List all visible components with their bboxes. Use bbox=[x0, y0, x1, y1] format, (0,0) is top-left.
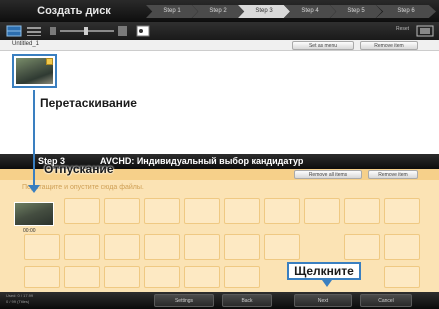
remove-all-button[interactable]: Remove all items bbox=[294, 170, 362, 179]
steps-bar: Создать диск Step 1 Step 2 Step 3 Step 4… bbox=[0, 0, 439, 22]
drop-cell[interactable] bbox=[144, 266, 180, 288]
remove-item-button[interactable]: Remove item bbox=[360, 41, 418, 50]
click-pointer bbox=[322, 280, 332, 287]
drop-cell[interactable] bbox=[264, 234, 300, 260]
video-thumbnail[interactable] bbox=[12, 54, 57, 88]
set-as-menu-button[interactable]: Set as menu bbox=[292, 41, 354, 50]
step-6[interactable]: Step 6 bbox=[376, 5, 436, 18]
grid-view-icon[interactable] bbox=[6, 25, 22, 37]
drop-cell[interactable] bbox=[64, 266, 100, 288]
drop-cell[interactable] bbox=[304, 198, 340, 224]
step-2[interactable]: Step 2 bbox=[192, 5, 244, 18]
drop-cell[interactable] bbox=[104, 234, 140, 260]
badge-icon bbox=[46, 58, 53, 65]
drop-cell[interactable] bbox=[184, 266, 220, 288]
drop-cell[interactable] bbox=[224, 234, 260, 260]
drag-arrow-head bbox=[28, 185, 40, 193]
drag-arrow bbox=[33, 90, 35, 186]
tag-icon[interactable] bbox=[136, 25, 150, 37]
drop-cell[interactable] bbox=[384, 266, 420, 288]
disc-usage-info: Used: 0 / 17.99 0 / 99 (Titles) bbox=[6, 293, 33, 305]
step3-description: AVCHD: Индивидуальный выбор кандидатур bbox=[100, 156, 304, 166]
disc-name[interactable]: Untitled_1 bbox=[12, 41, 39, 47]
drop-cell[interactable] bbox=[64, 198, 100, 224]
disc-row: Untitled_1 Set as menu Remove item bbox=[0, 40, 439, 51]
drop-cell[interactable] bbox=[104, 266, 140, 288]
drop-cell[interactable] bbox=[24, 234, 60, 260]
drop-cell[interactable] bbox=[144, 234, 180, 260]
thumbnail-duration: 00:00 bbox=[23, 228, 36, 234]
bottom-bar: Used: 0 / 17.99 0 / 99 (Titles) Settings… bbox=[0, 292, 439, 309]
drop-cell[interactable] bbox=[384, 234, 420, 260]
step-5[interactable]: Step 5 bbox=[330, 5, 382, 18]
drop-cell[interactable] bbox=[384, 198, 420, 224]
drop-cell[interactable] bbox=[64, 234, 100, 260]
fullscreen-icon[interactable] bbox=[416, 25, 434, 37]
zoom-slider[interactable] bbox=[48, 25, 128, 37]
click-annotation: Щелкните bbox=[287, 262, 361, 280]
drop-cell[interactable] bbox=[24, 266, 60, 288]
drop-hint: Перетащите и опустите сюда файлы. bbox=[22, 184, 144, 191]
step-4[interactable]: Step 4 bbox=[284, 5, 336, 18]
drop-cell[interactable] bbox=[144, 198, 180, 224]
step-3[interactable]: Step 3 bbox=[238, 5, 290, 18]
usage-line-2: 0 / 99 (Titles) bbox=[6, 299, 30, 304]
drop-cell[interactable] bbox=[344, 234, 380, 260]
back-button[interactable]: Back bbox=[222, 294, 272, 307]
drop-cell[interactable] bbox=[344, 198, 380, 224]
drop-cell[interactable] bbox=[104, 198, 140, 224]
drop-cell[interactable] bbox=[264, 198, 300, 224]
app-title: Создать диск bbox=[37, 5, 111, 17]
drop-annotation: Отпускание bbox=[44, 162, 114, 176]
cancel-button[interactable]: Cancel bbox=[360, 294, 412, 307]
dropped-video-thumbnail[interactable] bbox=[14, 202, 54, 226]
list-view-icon[interactable] bbox=[26, 25, 42, 37]
next-button[interactable]: Next bbox=[294, 294, 352, 307]
drop-cell[interactable] bbox=[224, 198, 260, 224]
drop-cell[interactable] bbox=[224, 266, 260, 288]
drop-cell[interactable] bbox=[184, 234, 220, 260]
drop-cell[interactable] bbox=[184, 198, 220, 224]
step-1[interactable]: Step 1 bbox=[146, 5, 198, 18]
settings-button[interactable]: Settings bbox=[154, 294, 214, 307]
drag-annotation: Перетаскивание bbox=[40, 96, 137, 110]
toolbar: Reset bbox=[0, 22, 439, 40]
remove-item-lower-button[interactable]: Remove item bbox=[368, 170, 418, 179]
toolbar-label: Reset bbox=[396, 26, 410, 32]
